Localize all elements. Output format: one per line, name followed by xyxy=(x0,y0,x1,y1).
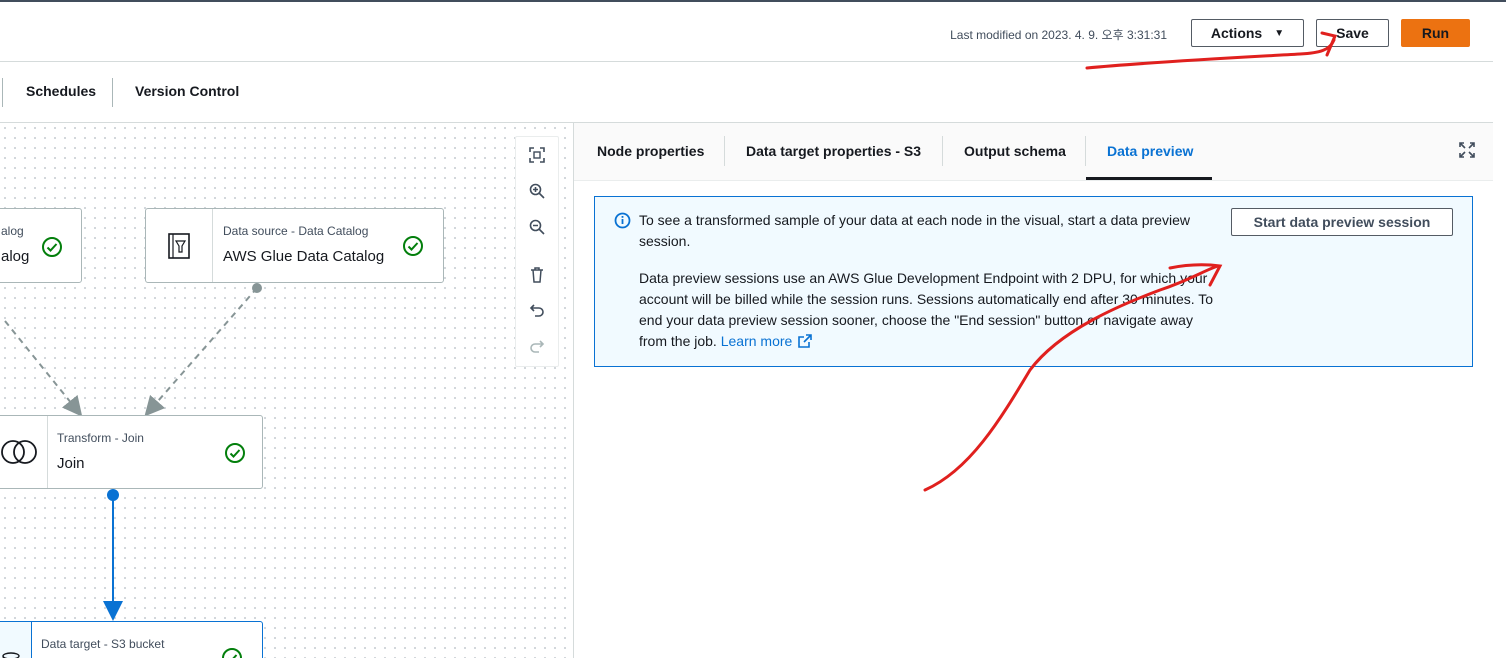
tab-schedules[interactable]: Schedules xyxy=(26,83,96,99)
panel-tabs: Node properties Data target properties -… xyxy=(574,123,1493,181)
node-type: alog xyxy=(1,224,24,238)
tab-output-schema[interactable]: Output schema xyxy=(964,143,1066,159)
learn-more-link[interactable]: Learn more xyxy=(720,333,813,349)
tab-separator xyxy=(112,78,113,107)
tab-data-preview[interactable]: Data preview xyxy=(1107,143,1193,159)
edge-dashed xyxy=(144,287,258,417)
node-name: Join xyxy=(57,455,85,472)
actions-button[interactable]: Actions ▼ xyxy=(1191,19,1304,47)
node-name: AWS Glue Data Catalog xyxy=(223,248,385,265)
check-circle-icon xyxy=(222,648,242,658)
tab-data-target-properties[interactable]: Data target properties - S3 xyxy=(746,143,921,159)
tab-separator xyxy=(942,136,943,166)
tab-separator xyxy=(724,136,725,166)
save-button[interactable]: Save xyxy=(1316,19,1389,47)
node-icon-box xyxy=(0,622,32,658)
start-data-preview-button[interactable]: Start data preview session xyxy=(1231,208,1453,236)
node-data-source-1[interactable]: alog alog xyxy=(0,208,82,283)
node-transform-join[interactable]: Transform - Join Join xyxy=(0,415,263,489)
node-data-target-s3[interactable]: Data target - S3 bucket xyxy=(0,621,263,658)
tab-node-properties[interactable]: Node properties xyxy=(597,143,704,159)
trash-icon[interactable] xyxy=(527,265,547,285)
tab-separator xyxy=(2,78,3,107)
join-icon xyxy=(1,440,37,464)
redo-icon[interactable] xyxy=(527,337,547,357)
node-name: alog xyxy=(1,248,30,265)
scrollbar[interactable] xyxy=(1492,62,1506,658)
info-line-2: Data preview sessions use an AWS Glue De… xyxy=(639,268,1224,352)
tab-version-control[interactable]: Version Control xyxy=(135,83,239,99)
s3-bucket-icon xyxy=(2,652,20,658)
info-line-1: To see a transformed sample of your data… xyxy=(639,212,1190,249)
actions-label: Actions xyxy=(1210,25,1263,41)
undo-icon[interactable] xyxy=(527,301,547,321)
learn-more-label: Learn more xyxy=(720,333,793,349)
edge-dashed xyxy=(4,320,83,417)
node-type: Data source - Data Catalog xyxy=(223,224,369,238)
fit-view-icon[interactable] xyxy=(527,145,547,165)
node-icon-box xyxy=(146,209,213,282)
run-button[interactable]: Run xyxy=(1401,19,1470,47)
zoom-out-icon[interactable] xyxy=(527,217,547,237)
info-message: To see a transformed sample of your data… xyxy=(639,210,1224,352)
visual-canvas[interactable]: alog alog Data source - Data Catalog AWS… xyxy=(0,123,574,658)
node-icon-box xyxy=(0,416,48,488)
edges xyxy=(4,283,262,621)
node-type: Transform - Join xyxy=(57,431,144,445)
data-preview-info-alert: To see a transformed sample of your data… xyxy=(594,196,1473,367)
zoom-in-icon[interactable] xyxy=(527,181,547,201)
tab-separator xyxy=(1085,136,1086,166)
external-link-icon xyxy=(798,334,813,348)
info-icon xyxy=(614,212,631,229)
check-circle-icon xyxy=(42,237,62,257)
check-circle-icon xyxy=(225,443,245,463)
last-modified-text: Last modified on 2023. 4. 9. 오후 3:31:31 xyxy=(950,28,1167,42)
data-catalog-icon xyxy=(168,232,190,259)
check-circle-icon xyxy=(403,236,423,256)
node-type: Data target - S3 bucket xyxy=(41,637,165,651)
node-data-source-catalog[interactable]: Data source - Data Catalog AWS Glue Data… xyxy=(145,208,444,283)
job-subtabs: Schedules Version Control xyxy=(0,62,1493,123)
active-tab-indicator xyxy=(1086,177,1212,180)
node-details-panel: Node properties Data target properties -… xyxy=(574,123,1493,658)
job-header: Last modified on 2023. 4. 9. 오후 3:31:31 … xyxy=(0,2,1493,62)
canvas-toolbar xyxy=(515,136,559,367)
expand-icon[interactable] xyxy=(1458,141,1476,159)
caret-down-icon: ▼ xyxy=(1274,27,1285,39)
